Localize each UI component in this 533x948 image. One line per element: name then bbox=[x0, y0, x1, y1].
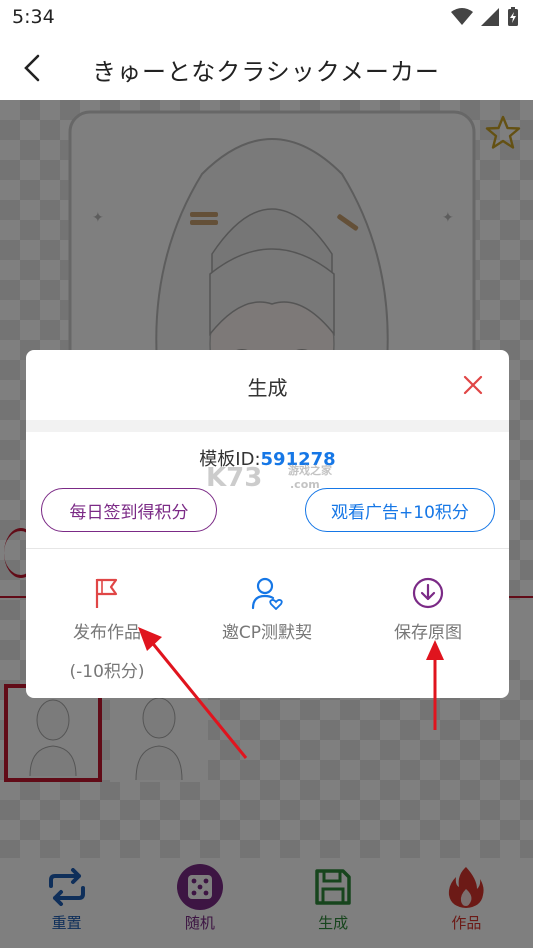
battery-icon bbox=[508, 7, 518, 26]
close-icon[interactable] bbox=[460, 372, 486, 398]
svg-text:游戏之家: 游戏之家 bbox=[288, 463, 333, 477]
status-time: 5:34 bbox=[12, 6, 55, 28]
action-label: 邀CP测默契 bbox=[221, 623, 313, 643]
title-bar: きゅーとなクラシックメーカー bbox=[0, 36, 533, 100]
watermark-logo: K73 游戏之家 .com bbox=[204, 458, 344, 493]
page-title: きゅーとなクラシックメーカー bbox=[92, 58, 440, 86]
action-label: 发布作品 bbox=[73, 623, 141, 643]
signal-icon bbox=[481, 8, 499, 26]
user-heart-icon bbox=[251, 577, 283, 610]
download-circle-icon bbox=[412, 577, 444, 609]
publish-work-button[interactable]: 发布作品 (-10积分) bbox=[27, 576, 187, 682]
dialog-header: 生成 bbox=[26, 350, 509, 420]
save-original-button[interactable]: 保存原图 bbox=[348, 576, 508, 643]
dialog-title: 生成 bbox=[247, 376, 288, 400]
section-divider bbox=[26, 420, 509, 432]
wifi-icon bbox=[451, 8, 473, 25]
invite-cp-button[interactable]: 邀CP测默契 bbox=[187, 576, 347, 643]
checkin-button[interactable]: 每日签到得积分 bbox=[41, 488, 217, 532]
action-cost: (-10积分) bbox=[69, 662, 145, 682]
svg-text:K73: K73 bbox=[206, 463, 262, 492]
back-icon[interactable] bbox=[18, 52, 50, 84]
flag-icon bbox=[95, 578, 118, 608]
action-label: 保存原图 bbox=[394, 623, 462, 643]
svg-text:.com: .com bbox=[290, 478, 320, 491]
status-bar: 5:34 bbox=[0, 0, 533, 36]
watch-ad-button[interactable]: 观看广告+10积分 bbox=[305, 488, 495, 532]
generate-dialog: 生成 模板ID:591278 K73 游戏之家 .com 每日签到得积分 观看广告+… bbox=[26, 350, 509, 698]
divider bbox=[26, 548, 509, 549]
status-icons bbox=[451, 7, 519, 27]
